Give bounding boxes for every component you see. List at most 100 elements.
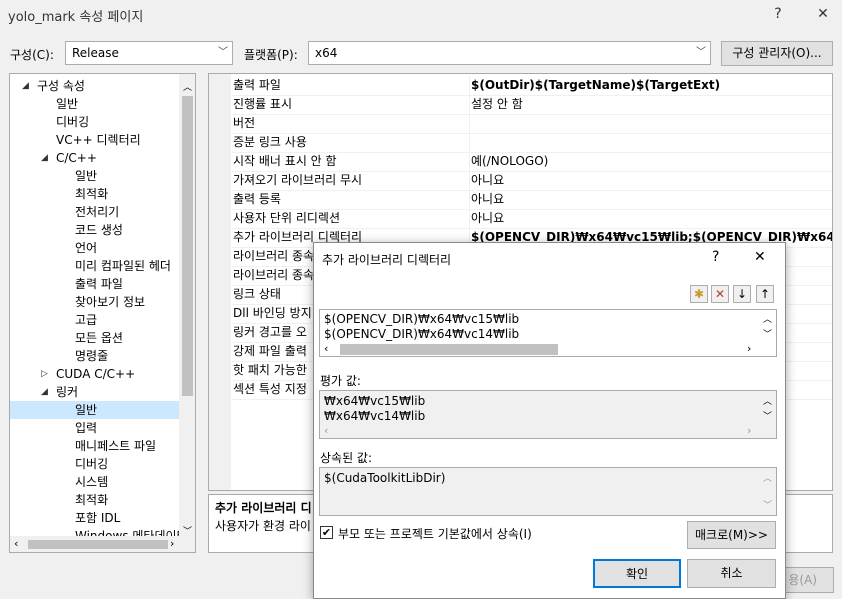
category-tree[interactable]: ◢ 구성 속성 일반 디버깅 VC++ 디렉터리 ◢ C/C++ 일반 최적화 전처리기 코드 생성… <box>9 73 196 553</box>
tree-item-label: 코드 생성 <box>75 223 123 237</box>
help-button[interactable]: ? <box>760 2 796 26</box>
chevron-up-icon[interactable]: ︿ <box>763 394 772 407</box>
property-row[interactable]: 시작 배너 표시 안 함 예(/NOLOGO) <box>209 152 832 172</box>
tree-item[interactable]: ◢ 구성 속성 <box>10 77 179 95</box>
tree-item[interactable]: 찾아보기 정보 <box>10 293 179 311</box>
tree-item-label: 일반 <box>75 169 98 183</box>
scroll-right-icon[interactable]: › <box>170 537 174 550</box>
list-hscroll-thumb[interactable] <box>340 344 558 355</box>
inherit-checkbox[interactable]: ✔ <box>320 526 333 539</box>
scroll-left-icon[interactable]: ‹ <box>324 424 328 437</box>
move-up-icon[interactable]: ↑ <box>756 285 774 303</box>
tree-vertical-scrollbar[interactable]: ︿ ﹀ <box>179 74 195 537</box>
tree-item-label: 디버깅 <box>56 115 90 129</box>
tree-item-label: 언어 <box>75 241 98 255</box>
delete-icon[interactable]: ✕ <box>711 285 729 303</box>
move-down-icon[interactable]: ↓ <box>733 285 751 303</box>
property-row[interactable]: 진행률 표시 설정 안 함 <box>209 95 832 115</box>
evaluated-value: ₩x64₩vc14₩lib <box>324 409 426 423</box>
dialog-help-button[interactable]: ? <box>712 249 719 265</box>
directory-entry[interactable]: $(OPENCV_DIR)₩x64₩vc15₩lib <box>324 312 519 326</box>
tree-item[interactable]: 입력 <box>10 419 179 437</box>
column-divider <box>469 114 470 133</box>
chevron-down-icon[interactable]: ﹀ <box>763 498 772 511</box>
property-value[interactable]: 아니요 <box>471 171 504 189</box>
tree-item[interactable]: 시스템 <box>10 473 179 491</box>
macro-button[interactable]: 매크로(M)>> <box>687 521 776 549</box>
property-value[interactable]: 설정 안 함 <box>471 95 523 113</box>
tree-item[interactable]: 미리 컴파일된 헤더 <box>10 257 179 275</box>
tree-item[interactable]: ◢ 링커 <box>10 383 179 401</box>
tree-item[interactable]: 코드 생성 <box>10 221 179 239</box>
window-close-button[interactable]: ✕ <box>805 2 841 26</box>
scroll-right-icon[interactable]: › <box>747 424 751 437</box>
chevron-up-icon[interactable]: ︿ <box>763 312 772 325</box>
property-row[interactable]: 가져오기 라이브러리 무시 아니요 <box>209 171 832 191</box>
tree-item-label: 명령줄 <box>75 349 109 363</box>
property-value[interactable]: 아니요 <box>471 190 504 208</box>
new-line-icon[interactable]: ✱ <box>690 285 708 303</box>
tree-item[interactable]: ◢ C/C++ <box>10 149 179 167</box>
scroll-left-icon[interactable]: ‹ <box>14 537 18 550</box>
property-value[interactable]: $(OutDir)$(TargetName)$(TargetExt) <box>471 76 720 94</box>
tree-item[interactable]: 일반 <box>10 95 179 113</box>
tree-item-label: 미리 컴파일된 헤더 <box>75 259 171 273</box>
tree-horizontal-scrollbar[interactable]: ‹ › <box>10 536 195 552</box>
cancel-button[interactable]: 취소 <box>687 559 776 588</box>
directory-entry[interactable]: $(OPENCV_DIR)₩x64₩vc14₩lib <box>324 327 519 341</box>
scroll-left-icon[interactable]: ‹ <box>324 342 328 355</box>
tree-item[interactable]: 디버깅 <box>10 455 179 473</box>
chevron-down-icon[interactable]: ﹀ <box>763 409 772 422</box>
property-row[interactable]: 버전 <box>209 114 832 134</box>
tree-item[interactable]: 출력 파일 <box>10 275 179 293</box>
property-value[interactable]: 예(/NOLOGO) <box>471 152 548 170</box>
platform-label: 플랫폼(P): <box>244 48 298 62</box>
tree-item[interactable]: 매니페스트 파일 <box>10 437 179 455</box>
tree-item[interactable]: 최적화 <box>10 491 179 509</box>
property-value[interactable]: 아니요 <box>471 209 504 227</box>
collapse-arrow-icon[interactable]: ◢ <box>22 77 29 95</box>
tree-scroll-thumb[interactable] <box>182 96 193 396</box>
platform-dropdown[interactable]: x64 ﹀ <box>308 41 711 65</box>
property-name: 핫 패치 가능한 <box>233 363 307 377</box>
config-label: 구성(C): <box>10 48 54 62</box>
tree-item[interactable]: 전처리기 <box>10 203 179 221</box>
chevron-down-icon[interactable]: ﹀ <box>763 327 772 340</box>
config-value: Release <box>72 46 119 60</box>
ok-button[interactable]: 확인 <box>593 559 681 588</box>
chevron-up-icon[interactable]: ︿ <box>763 471 772 484</box>
tree-item[interactable]: 모든 옵션 <box>10 329 179 347</box>
property-row[interactable]: 증분 링크 사용 <box>209 133 832 153</box>
property-row[interactable]: 출력 등록 아니요 <box>209 190 832 210</box>
tree-hscroll-thumb[interactable] <box>28 540 168 549</box>
collapse-arrow-icon[interactable]: ◢ <box>41 149 48 167</box>
column-divider <box>469 133 470 152</box>
tree-item[interactable]: ▷ CUDA C/C++ <box>10 365 179 383</box>
property-row[interactable]: 사용자 단위 리디렉션 아니요 <box>209 209 832 229</box>
inherit-checkbox-label[interactable]: 부모 또는 프로젝트 기본값에서 상속(I) <box>338 525 532 542</box>
property-name: 가져오기 라이브러리 무시 <box>233 173 363 187</box>
tree-item[interactable]: VC++ 디렉터리 <box>10 131 179 149</box>
tree-item[interactable]: 고급 <box>10 311 179 329</box>
directory-list[interactable]: $(OPENCV_DIR)₩x64₩vc15₩lib $(OPENCV_DIR)… <box>319 309 777 357</box>
tree-item[interactable]: 일반 <box>10 167 179 185</box>
config-dropdown[interactable]: Release ﹀ <box>65 41 233 65</box>
tree-item[interactable]: 명령줄 <box>10 347 179 365</box>
property-row[interactable]: 출력 파일 $(OutDir)$(TargetName)$(TargetExt) <box>209 76 832 96</box>
collapse-arrow-icon[interactable]: ◢ <box>41 383 48 401</box>
tree-item-label: 최적화 <box>75 493 109 507</box>
scroll-right-icon[interactable]: › <box>747 342 751 355</box>
tree-item[interactable]: 포함 IDL <box>10 509 179 527</box>
scroll-up-icon[interactable]: ︿ <box>183 80 192 93</box>
tree-item-label: 구성 속성 <box>37 79 85 93</box>
dialog-close-button[interactable]: ✕ <box>754 249 766 265</box>
tree-item[interactable]: 최적화 <box>10 185 179 203</box>
expand-arrow-icon[interactable]: ▷ <box>41 365 48 383</box>
tree-item[interactable]: 디버깅 <box>10 113 179 131</box>
property-name: 증분 링크 사용 <box>233 135 307 149</box>
tree-item[interactable]: 일반 <box>10 401 179 419</box>
config-manager-button[interactable]: 구성 관리자(O)... <box>721 41 833 66</box>
tree-item[interactable]: 언어 <box>10 239 179 257</box>
evaluated-label: 평가 값: <box>320 374 361 388</box>
platform-value: x64 <box>315 46 338 60</box>
